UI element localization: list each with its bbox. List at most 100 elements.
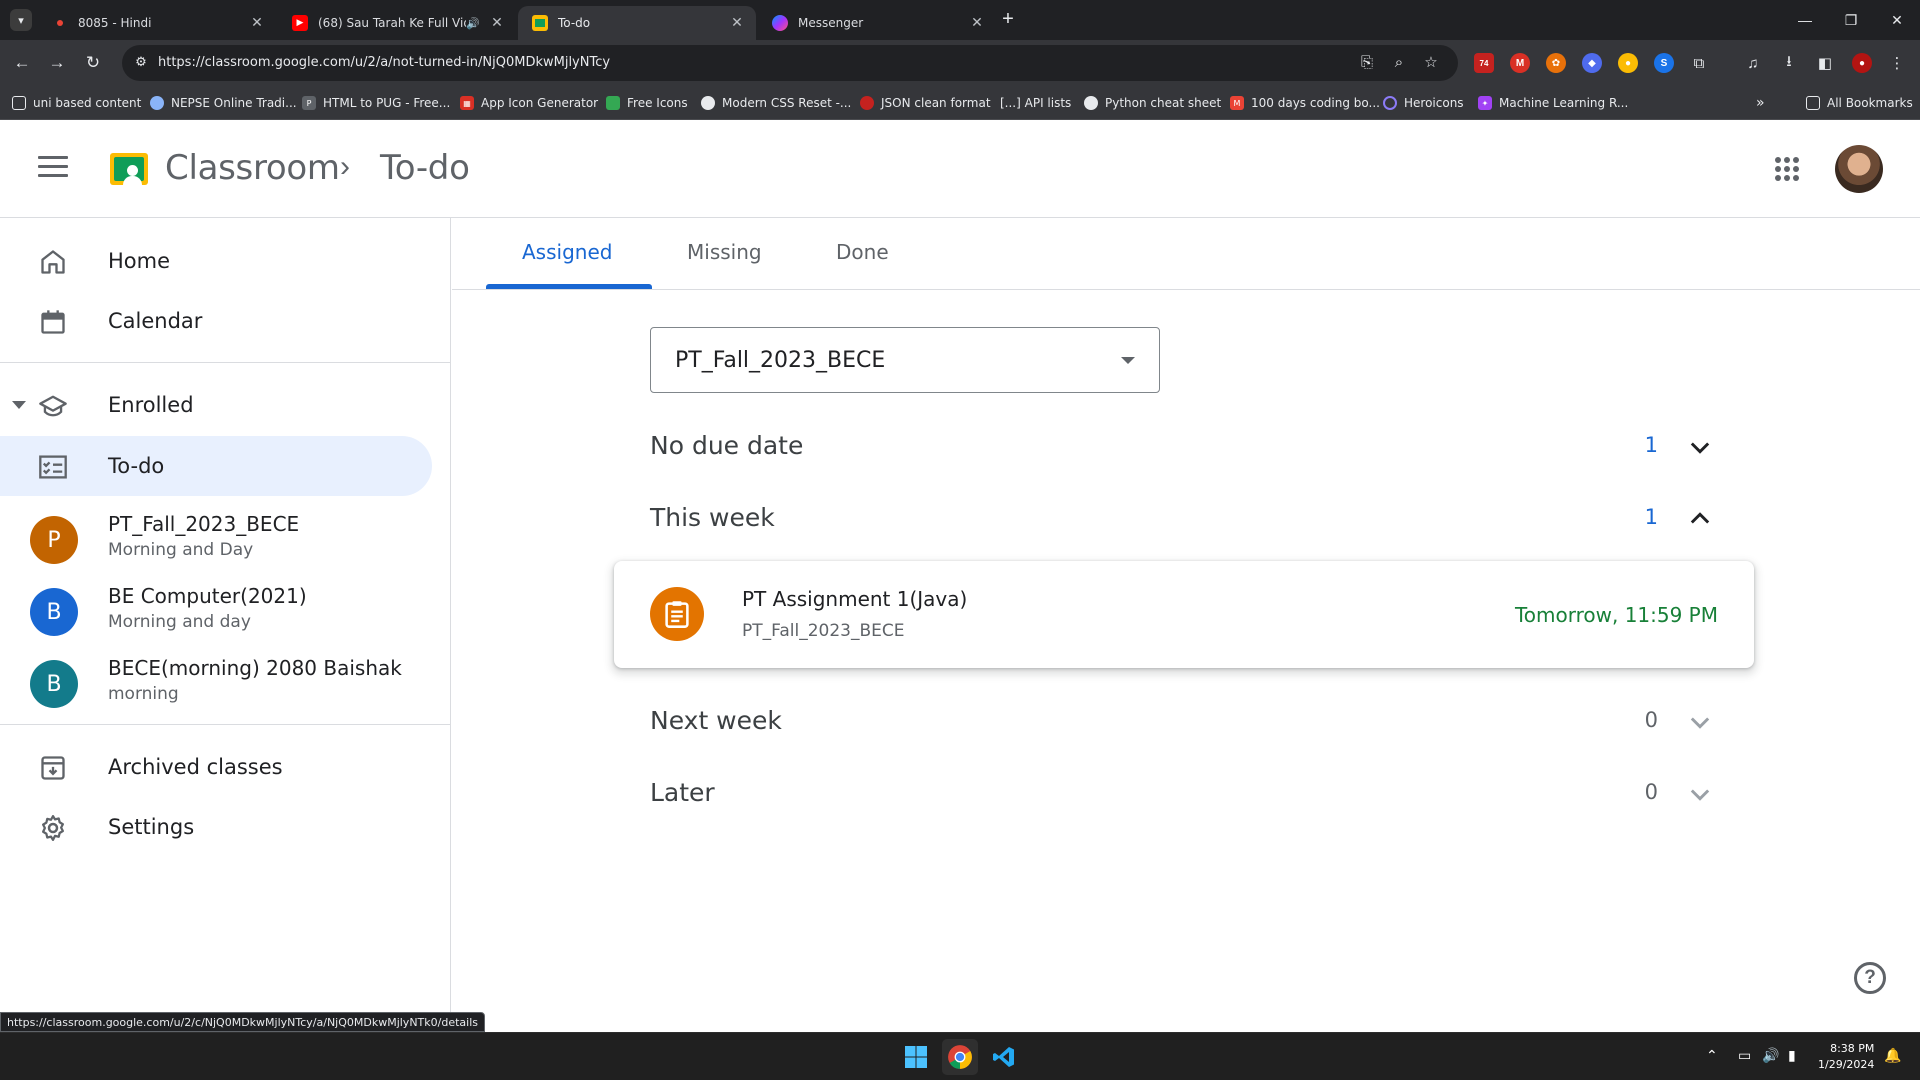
minimize-icon[interactable]: —: [1782, 0, 1828, 40]
sidebar-divider: [0, 724, 451, 725]
notification-bell-icon[interactable]: 🔔: [1884, 1047, 1901, 1064]
sidebar-class-item[interactable]: P PT_Fall_2023_BECE Morning and Day: [0, 506, 432, 576]
sidebar-item-archived[interactable]: Archived classes: [0, 737, 432, 797]
calendar-icon: [36, 307, 70, 337]
browser-tab-8085[interactable]: 8085 - Hindi ✕: [38, 6, 276, 40]
collapse-caret-icon[interactable]: [12, 401, 26, 409]
vscode-taskbar-icon[interactable]: [986, 1039, 1022, 1075]
close-tab-icon[interactable]: ✕: [248, 15, 266, 31]
chevron-down-icon[interactable]: [1686, 708, 1714, 736]
taskbar-clock[interactable]: 8:38 PM 1/29/2024: [1818, 1041, 1874, 1073]
group-count: 1: [1644, 505, 1658, 529]
tray-overflow-icon[interactable]: ⌃: [1706, 1047, 1718, 1064]
help-icon[interactable]: ?: [1854, 962, 1886, 994]
bookmark-item[interactable]: ▦ App Icon Generator: [460, 93, 598, 113]
group-no-due-date[interactable]: No due date 1: [650, 421, 1714, 471]
side-panel-icon[interactable]: ◧: [1814, 52, 1836, 74]
tab-done[interactable]: Done: [836, 240, 889, 264]
browser-tab-youtube[interactable]: ▶ (68) Sau Tarah Ke Full Video 🔊 ✕: [278, 6, 516, 40]
bookmark-item[interactable]: JSON clean format: [860, 93, 991, 113]
google-apps-icon[interactable]: [1775, 157, 1799, 181]
bookmark-item[interactable]: ✦ Machine Learning R...: [1478, 93, 1628, 113]
new-tab-button[interactable]: +: [996, 8, 1020, 32]
chevron-down-icon[interactable]: [1686, 780, 1714, 808]
download-icon[interactable]: ⭳: [1778, 52, 1800, 74]
volume-icon[interactable]: 🔊: [1762, 1047, 1779, 1064]
app-title[interactable]: Classroom: [165, 148, 340, 188]
back-icon[interactable]: ←: [10, 51, 34, 75]
group-title: This week: [650, 503, 775, 532]
sidebar-divider: [0, 362, 451, 363]
address-bar[interactable]: ⚙ https://classroom.google.com/u/2/a/not…: [122, 45, 1458, 81]
bookmark-item[interactable]: M 100 days coding bo...: [1230, 93, 1380, 113]
sidebar-item-enrolled[interactable]: Enrolled: [0, 375, 432, 435]
close-tab-icon[interactable]: ✕: [488, 15, 506, 31]
bookmark-item[interactable]: Modern CSS Reset -...: [701, 93, 851, 113]
more-bookmarks-icon[interactable]: »: [1756, 93, 1765, 113]
bookmark-item[interactable]: Heroicons: [1383, 93, 1464, 113]
bookmark-star-icon[interactable]: ☆: [1422, 54, 1440, 72]
install-app-icon[interactable]: ⎘: [1358, 54, 1376, 72]
shield-extension-icon[interactable]: ◆: [1582, 53, 1602, 73]
tab-title: 8085 - Hindi: [78, 16, 152, 30]
browser-tab-messenger[interactable]: Messenger ✕: [758, 6, 996, 40]
bookmark-item[interactable]: uni based content: [12, 93, 141, 113]
gmail-icon: M: [1230, 96, 1244, 110]
more-menu-icon[interactable]: ⋮: [1886, 52, 1908, 74]
close-tab-icon[interactable]: ✕: [728, 15, 746, 31]
sidebar-class-item[interactable]: B BE Computer(2021) Morning and day: [0, 578, 432, 648]
group-next-week[interactable]: Next week 0: [650, 696, 1714, 746]
gmail-extension-icon[interactable]: M: [1510, 53, 1530, 73]
main-menu-icon[interactable]: [38, 156, 68, 180]
browser-tab-todo[interactable]: To-do ✕: [518, 6, 756, 40]
blue-extension-icon[interactable]: S: [1654, 53, 1674, 73]
browser-tab-strip: ▾ 8085 - Hindi ✕ ▶ (68) Sau Tarah Ke Ful…: [0, 0, 1920, 40]
extension-badge-icon[interactable]: 74: [1474, 53, 1494, 73]
bookmark-item[interactable]: NEPSE Online Tradi...: [150, 93, 297, 113]
bookmark-item[interactable]: Python cheat sheet: [1084, 93, 1221, 113]
sidebar-item-home[interactable]: Home: [0, 231, 432, 291]
group-this-week[interactable]: This week 1: [650, 493, 1714, 543]
close-window-icon[interactable]: ✕: [1874, 0, 1920, 40]
profile-icon[interactable]: ●: [1852, 53, 1872, 73]
speaker-icon[interactable]: 🔊: [466, 17, 482, 30]
tab-assigned[interactable]: Assigned: [522, 240, 612, 264]
chevron-down-icon[interactable]: [1686, 433, 1714, 461]
bookmark-item[interactable]: [...] API lists: [1000, 93, 1071, 113]
site-info-icon[interactable]: ⚙: [132, 54, 150, 72]
sidebar-item-calendar[interactable]: Calendar: [0, 291, 432, 351]
bookmark-item[interactable]: P HTML to PUG - Free...: [302, 93, 450, 113]
display-icon[interactable]: ▭: [1738, 1047, 1751, 1064]
address-url[interactable]: https://classroom.google.com/u/2/a/not-t…: [158, 55, 610, 70]
zoom-icon[interactable]: ⌕: [1390, 54, 1408, 72]
yellow-extension-icon[interactable]: ●: [1618, 53, 1638, 73]
media-control-icon[interactable]: ♫: [1742, 52, 1764, 74]
battery-icon[interactable]: ▮: [1788, 1047, 1796, 1064]
sidebar-item-settings[interactable]: Settings: [0, 797, 432, 857]
bookmark-item[interactable]: Free Icons: [606, 93, 688, 113]
class-filter-select[interactable]: PT_Fall_2023_BECE: [650, 327, 1160, 393]
classroom-logo-icon[interactable]: [110, 153, 148, 185]
tab-search-icon[interactable]: ▾: [10, 9, 32, 31]
assignment-class: PT_Fall_2023_BECE: [742, 621, 905, 641]
group-title: No due date: [650, 431, 804, 460]
group-later[interactable]: Later 0: [650, 768, 1714, 818]
forward-icon[interactable]: →: [45, 51, 69, 75]
all-bookmarks-button[interactable]: All Bookmarks: [1806, 93, 1913, 113]
grid-icon: ▦: [460, 96, 474, 110]
tab-title: Messenger: [798, 16, 864, 30]
close-tab-icon[interactable]: ✕: [968, 15, 986, 31]
tab-missing[interactable]: Missing: [687, 240, 762, 264]
chevron-up-icon[interactable]: [1686, 505, 1714, 533]
orange-extension-icon[interactable]: ✿: [1546, 53, 1566, 73]
restore-icon[interactable]: ❐: [1828, 0, 1874, 40]
sidebar-class-item[interactable]: B BECE(morning) 2080 Baishak morning: [0, 650, 432, 720]
sidebar-item-todo[interactable]: To-do: [0, 436, 432, 496]
avatar[interactable]: [1835, 145, 1883, 193]
assignment-card[interactable]: PT Assignment 1(Java) PT_Fall_2023_BECE …: [614, 561, 1754, 668]
active-tab-indicator: [486, 284, 652, 289]
reload-icon[interactable]: ↻: [81, 51, 105, 75]
chrome-taskbar-icon[interactable]: [942, 1039, 978, 1075]
windows-start-icon[interactable]: [898, 1039, 934, 1075]
extensions-puzzle-icon[interactable]: ⧉: [1688, 52, 1710, 74]
